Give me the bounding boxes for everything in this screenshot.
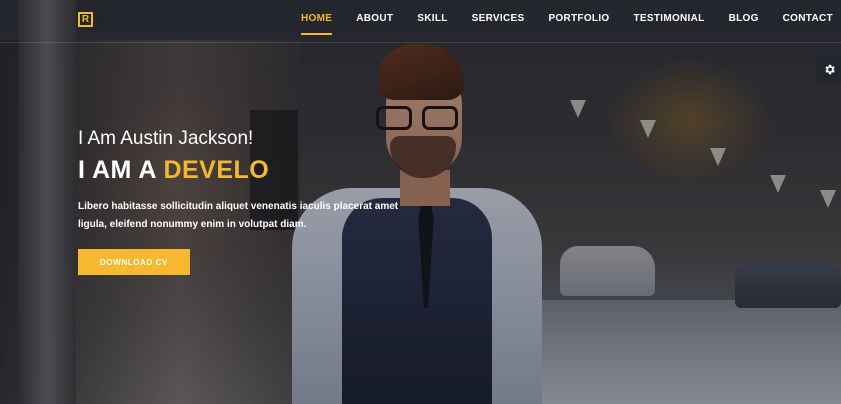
- nav-item-services[interactable]: SERVICES: [472, 13, 525, 24]
- site-logo[interactable]: R Rapway: [78, 12, 146, 27]
- nav-item-blog[interactable]: BLOG: [729, 13, 759, 24]
- headline-typed-text: DEVELO: [163, 156, 270, 184]
- headline-prefix: I AM A: [78, 156, 164, 184]
- top-navbar: R Rapway HOME ABOUT SKILL SERVICES PORTF…: [0, 0, 841, 43]
- logo-text: Rapway: [96, 12, 147, 27]
- hero-description: Libero habitasse sollicitudin aliquet ve…: [78, 201, 399, 230]
- nav-item-portfolio[interactable]: PORTFOLIO: [548, 13, 609, 24]
- download-cv-button[interactable]: DOWNLOAD CV: [78, 249, 190, 275]
- settings-toggle-button[interactable]: [817, 55, 841, 83]
- nav-item-skill[interactable]: SKILL: [417, 13, 447, 24]
- logo-mark: R: [78, 12, 93, 27]
- nav-item-about[interactable]: ABOUT: [356, 13, 393, 24]
- nav-item-home[interactable]: HOME: [301, 13, 333, 35]
- main-navigation: HOME ABOUT SKILL SERVICES PORTFOLIO TEST…: [301, 13, 833, 35]
- nav-item-contact[interactable]: CONTACT: [783, 13, 833, 24]
- hero-greeting: I Am Austin Jackson!: [78, 128, 254, 149]
- hero-headline: I AM A DEVELO: [78, 156, 269, 185]
- gear-icon: [824, 64, 835, 74]
- nav-item-testimonial[interactable]: TESTIMONIAL: [633, 13, 704, 24]
